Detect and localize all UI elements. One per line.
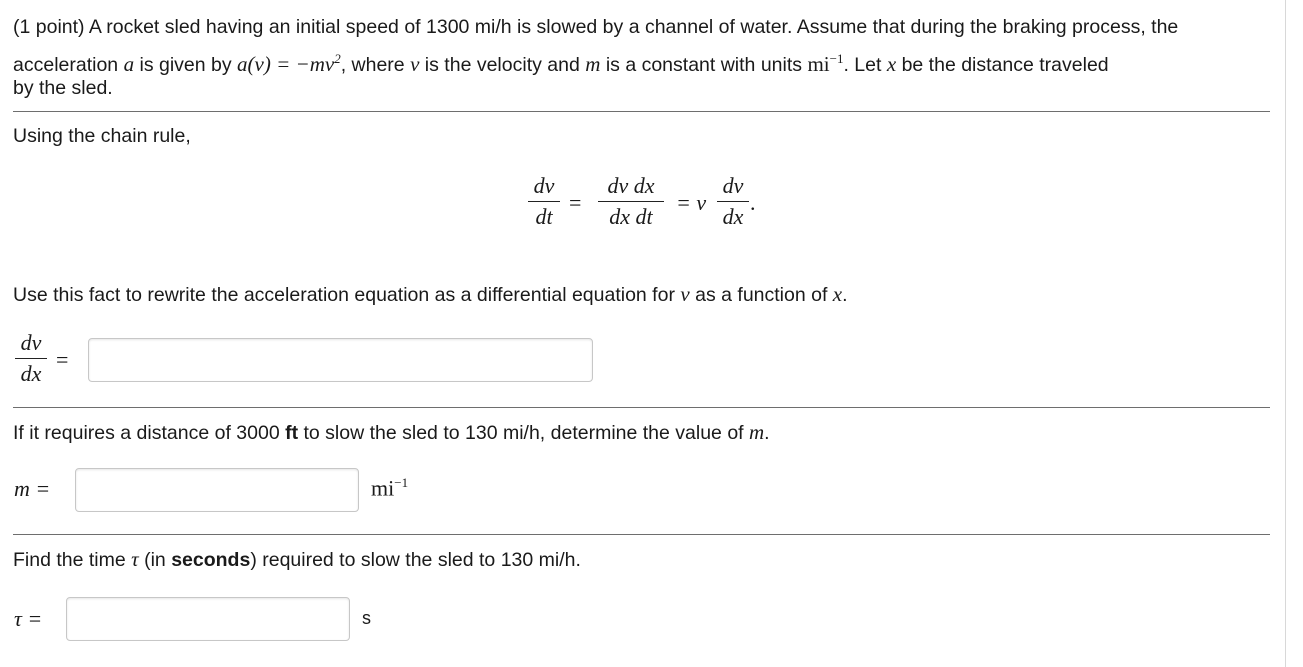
m-unit-label: mi−1 <box>371 475 409 501</box>
part2-instruction: If it requires a distance of 3000 ft to … <box>13 420 770 444</box>
page-margin <box>1287 0 1303 667</box>
m-label: m = <box>14 476 51 501</box>
section-divider <box>13 534 1270 535</box>
part3-instruction: Find the time τ (in seconds) required to… <box>13 547 581 571</box>
fraction-product: dv dx dx dt <box>598 174 664 229</box>
problem-intro-line-1: (1 point) A rocket sled having an initia… <box>13 16 1179 38</box>
acceleration-equation: a(v) = −mv2 <box>237 51 341 76</box>
units-mi-inverse: mi−1 <box>807 51 844 76</box>
tau-answer-input[interactable] <box>66 597 350 641</box>
part1-instruction: Use this fact to rewrite the acceleratio… <box>13 282 848 306</box>
fraction-dv-dx: dv dx <box>717 174 749 229</box>
equals-sign: = <box>569 190 582 215</box>
problem-intro-line-3: by the sled. <box>13 77 113 99</box>
period: . <box>750 190 756 215</box>
section-divider <box>13 407 1270 408</box>
equals-v: = v <box>676 190 707 215</box>
problem-intro-line-2: acceleration a is given by a(v) = −mv2, … <box>13 51 1109 76</box>
equals-sign: = <box>56 347 69 372</box>
chain-rule-text: Using the chain rule, <box>13 125 191 147</box>
tau-unit-label: s <box>362 608 371 628</box>
m-answer-input[interactable] <box>75 468 359 512</box>
fraction-dv-dt: dv dt <box>528 174 560 229</box>
tau-label: τ = <box>14 606 43 631</box>
lhs-dv-dx: dv dx <box>15 331 47 386</box>
section-divider <box>13 111 1270 112</box>
dv-dx-answer-input[interactable] <box>88 338 593 382</box>
